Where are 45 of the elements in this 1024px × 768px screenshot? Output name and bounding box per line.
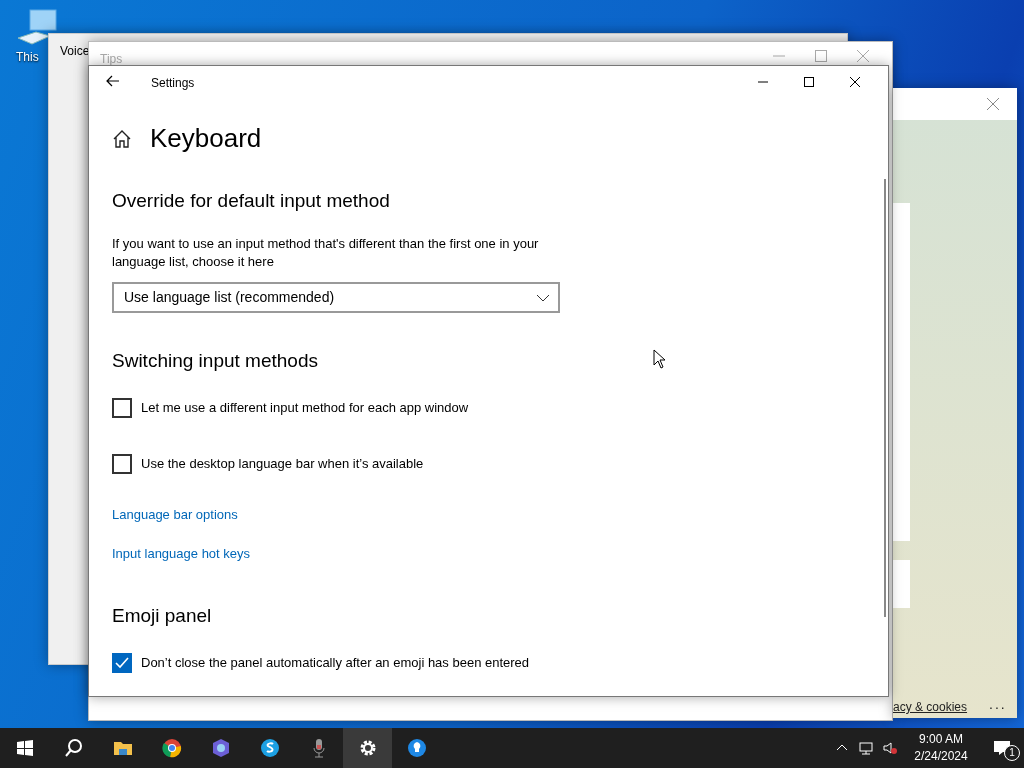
window-title: Tips xyxy=(100,51,123,68)
checkmark-icon xyxy=(115,657,129,669)
browser-icon xyxy=(161,738,182,758)
checkbox-label: Don’t close the panel automatically after an emoji has been entered xyxy=(141,654,530,673)
hexagon-logo-icon xyxy=(210,738,231,758)
chevron-down-icon xyxy=(536,293,550,302)
notification-count: 1 xyxy=(1004,745,1020,761)
network-icon[interactable] xyxy=(859,741,873,755)
maximize-icon xyxy=(803,76,815,88)
section-heading: Override for default input method xyxy=(112,189,390,213)
window-title: Voice xyxy=(60,43,90,60)
page-title: Keyboard xyxy=(150,123,262,155)
link[interactable]: Language bar options xyxy=(112,505,238,525)
back-arrow-icon[interactable] xyxy=(106,75,120,87)
section-heading: Emoji panel xyxy=(112,604,212,628)
mouse-cursor-icon xyxy=(653,349,667,369)
maximize-icon[interactable] xyxy=(815,50,827,62)
windows-logo-icon xyxy=(14,738,35,758)
clock[interactable]: 9:00 AM 2/24/2024 xyxy=(902,731,980,765)
notification-button[interactable]: 1 xyxy=(980,728,1024,768)
clock-date: 2/24/2024 xyxy=(913,748,969,765)
link[interactable]: Input language hot keys xyxy=(112,544,251,564)
description-text: If you want to use an input method that's different than the first one in your language list, choose it here xyxy=(112,235,540,271)
checkbox-label: Let me use a different input method for each app window xyxy=(141,399,469,418)
window-title: Settings xyxy=(151,75,195,92)
checkbox-label: Use the desktop language bar when it’s available xyxy=(141,455,424,474)
taskbar-button[interactable] xyxy=(343,728,392,768)
checkbox[interactable] xyxy=(112,653,132,673)
home-icon[interactable] xyxy=(112,129,132,149)
desktop-icon-label[interactable]: This xyxy=(16,48,39,66)
scrollbar[interactable] xyxy=(884,179,886,617)
section-heading: Switching input methods xyxy=(112,349,318,373)
checkbox[interactable] xyxy=(112,454,132,474)
lightbulb-icon xyxy=(406,738,427,758)
close-icon[interactable] xyxy=(857,50,869,62)
clock-time: 9:00 AM xyxy=(918,731,964,748)
speaker-muted-icon[interactable] xyxy=(883,741,897,755)
more-button[interactable]: ... xyxy=(989,694,1007,715)
close-icon[interactable] xyxy=(987,98,999,110)
close-icon xyxy=(849,76,861,88)
checkbox[interactable] xyxy=(112,398,132,418)
chat-bubble-icon xyxy=(259,738,280,758)
privacy-link[interactable]: acy & cookies xyxy=(893,698,968,716)
search-icon xyxy=(63,738,84,758)
dropdown[interactable]: Use language list (recommended) xyxy=(112,282,560,313)
